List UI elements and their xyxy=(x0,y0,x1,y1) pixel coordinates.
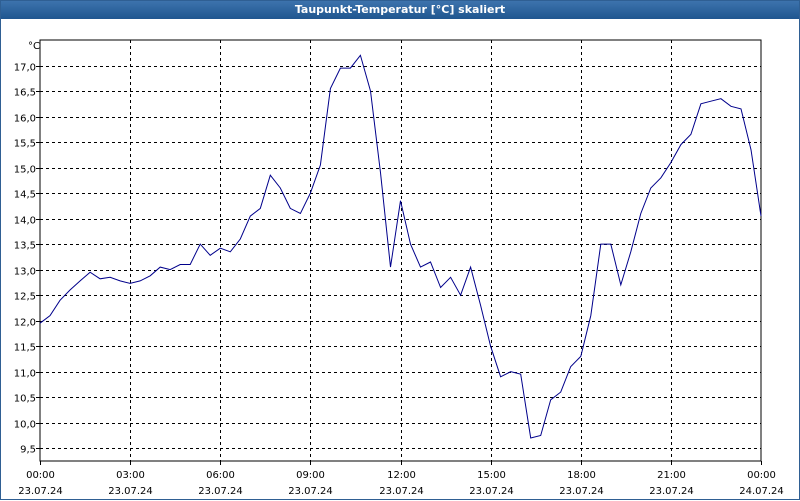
y-tick-label: 15,0 xyxy=(14,165,36,176)
y-tick-label: 11,5 xyxy=(14,343,36,354)
y-axis-unit: °C xyxy=(28,41,40,52)
y-tick-label: 10,5 xyxy=(14,394,36,405)
x-tick-date-label: 23.07.24 xyxy=(288,486,333,497)
y-tick-label: 12,5 xyxy=(14,292,36,303)
y-tick-label: 16,0 xyxy=(14,114,36,125)
x-tick-date-label: 23.07.24 xyxy=(649,486,694,497)
x-tick-time-label: 06:00 xyxy=(206,470,235,481)
x-tick-date-label: 23.07.24 xyxy=(379,486,424,497)
x-tick-time-label: 18:00 xyxy=(567,470,596,481)
x-tick-time-label: 12:00 xyxy=(387,470,416,481)
y-tick-label: 11,0 xyxy=(14,369,36,380)
y-tick-label: 16,5 xyxy=(14,88,36,99)
y-tick-label: 13,5 xyxy=(14,241,36,252)
x-tick-date-label: 23.07.24 xyxy=(469,486,514,497)
y-tick-label: 14,5 xyxy=(14,190,36,201)
y-tick-label: 12,0 xyxy=(14,318,36,329)
x-tick-time-label: 03:00 xyxy=(116,470,145,481)
y-tick-label: 9,5 xyxy=(20,445,36,456)
x-tick-time-label: 00:00 xyxy=(26,470,55,481)
x-tick-date-label: 23.07.24 xyxy=(108,486,153,497)
y-tick-label: 17,0 xyxy=(14,63,36,74)
y-tick-label: 10,0 xyxy=(14,420,36,431)
x-tick-date-label: 23.07.24 xyxy=(18,486,63,497)
y-tick-label: 15,5 xyxy=(14,139,36,150)
chart-window: Taupunkt-Temperatur [°C] skaliert 9,5 10,… xyxy=(0,0,800,500)
x-tick-time-label: 15:00 xyxy=(477,470,506,481)
chart-canvas: 9,5 10,0 10,5 11,0 11,5 12,0 12,5 13,0 13,5 14,0 1… xyxy=(14,39,784,497)
x-tick-time-label: 00:00 xyxy=(747,470,776,481)
y-tick-label: 13,0 xyxy=(14,267,36,278)
x-tick-time-label: 21:00 xyxy=(657,470,686,481)
x-tick-date-label: 24.07.24 xyxy=(739,486,784,497)
x-tick-date-label: 23.07.24 xyxy=(198,486,243,497)
x-tick-date-label: 23.07.24 xyxy=(559,486,604,497)
x-tick-time-label: 09:00 xyxy=(296,470,325,481)
series-line xyxy=(39,54,762,439)
y-tick-label: 14,0 xyxy=(14,216,36,227)
